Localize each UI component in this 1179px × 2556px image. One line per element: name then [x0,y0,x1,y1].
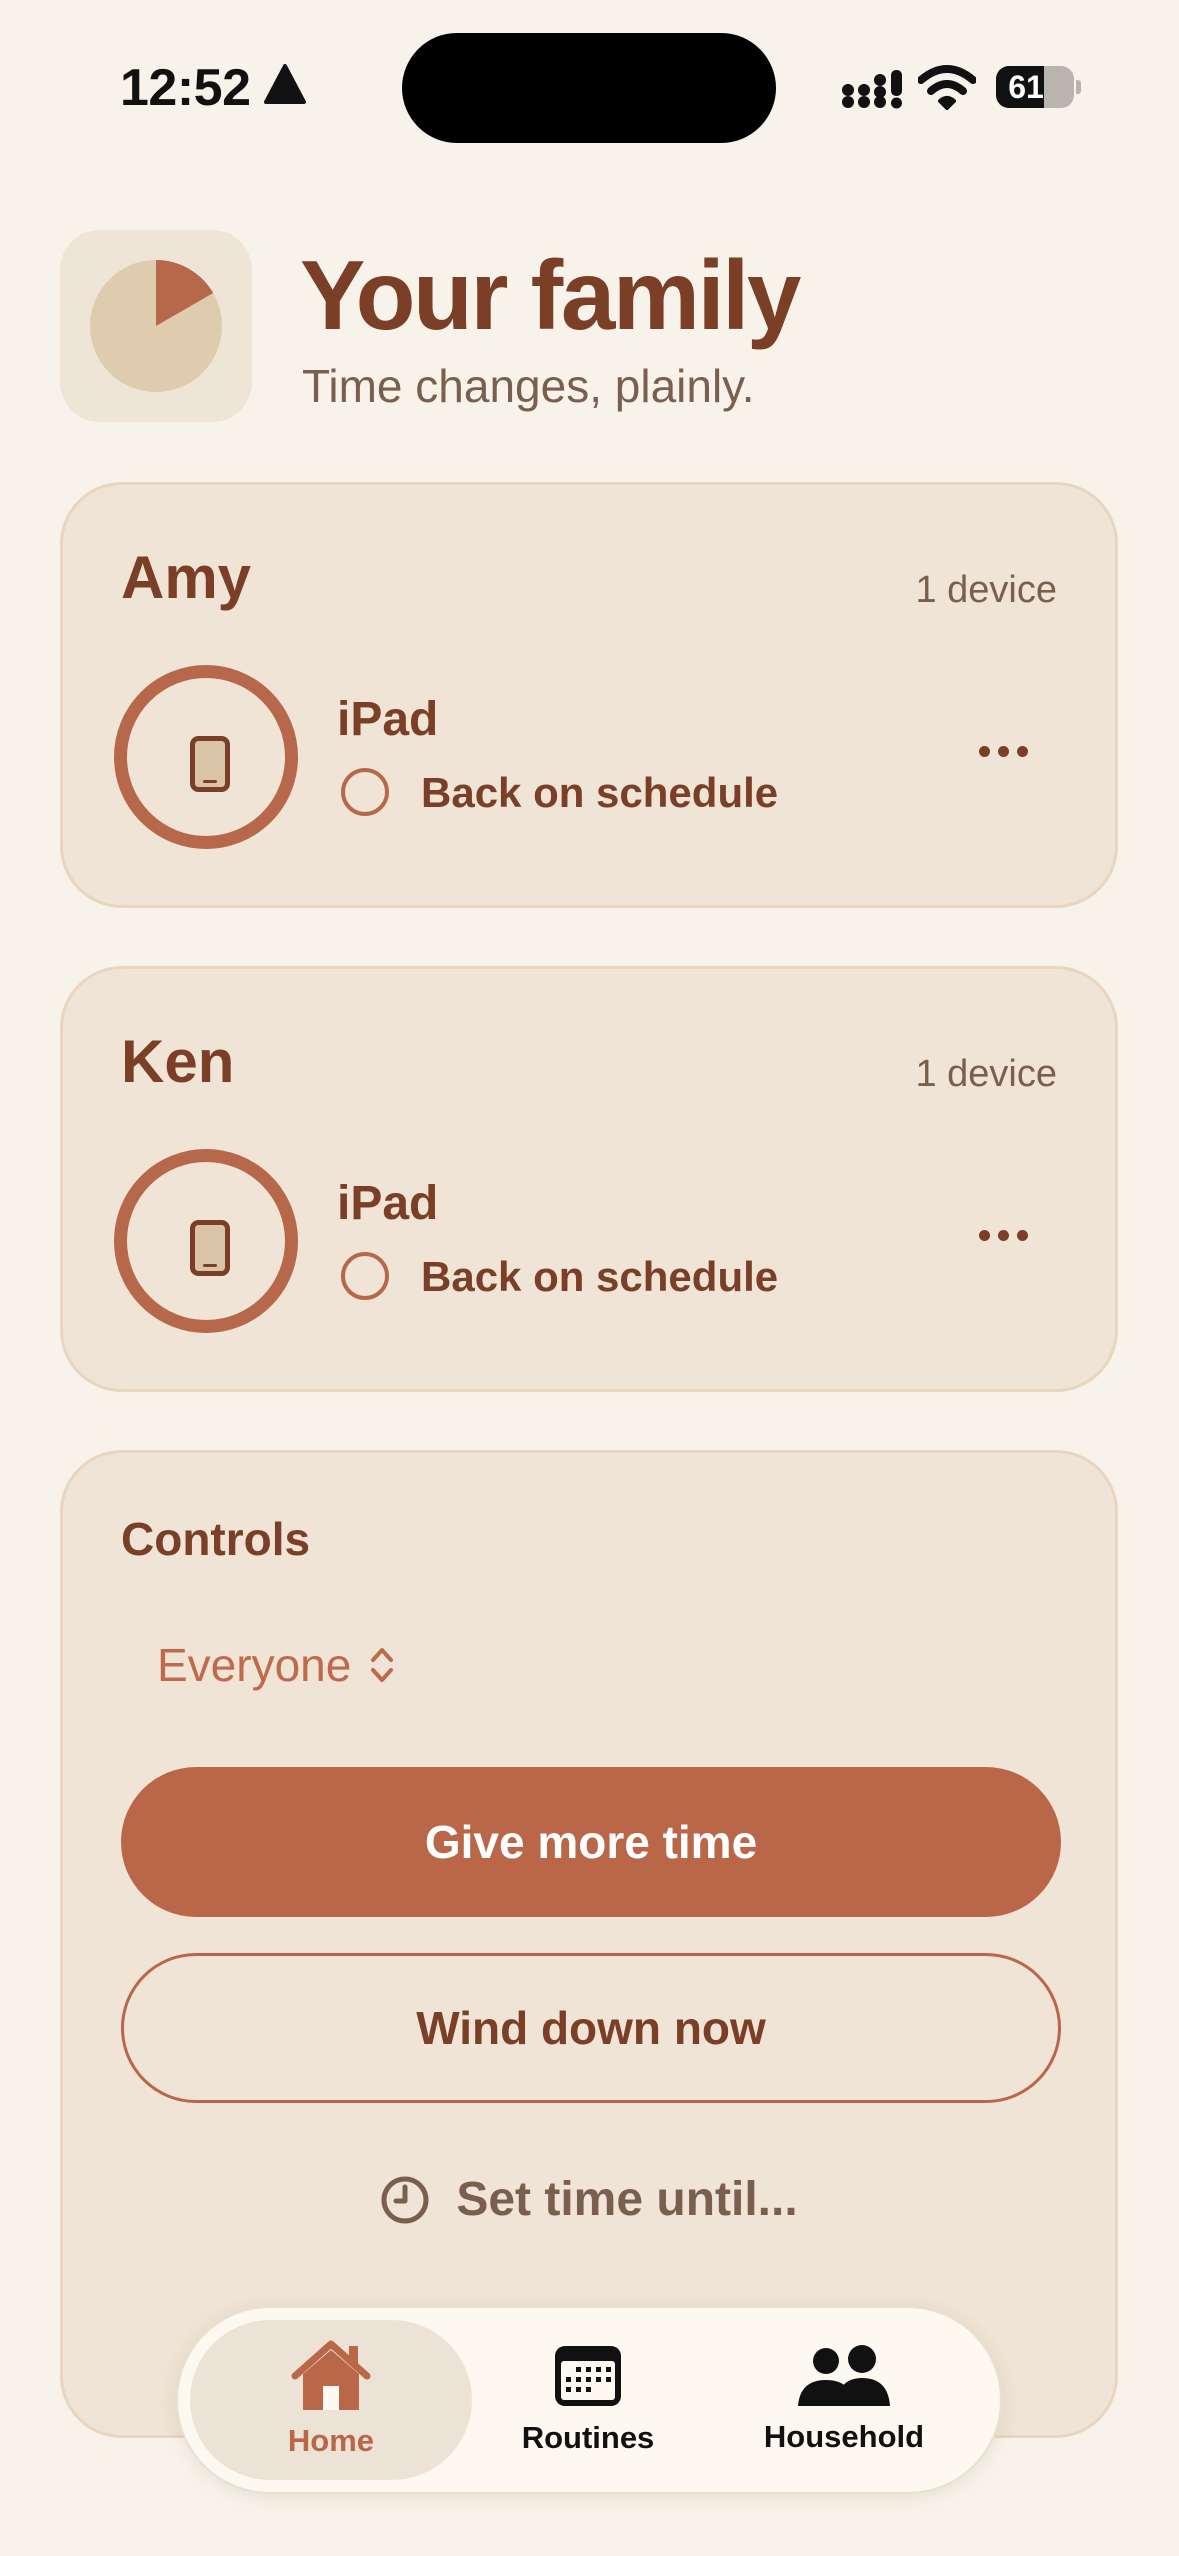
device-count: 1 device [915,1053,1057,1095]
tab-label: Routines [521,2420,655,2455]
house-icon [291,2340,371,2410]
tab-household[interactable]: Household [728,2320,960,2480]
tab-home[interactable]: Home [190,2320,472,2480]
calendar-icon [555,2346,621,2406]
controls-card: Controls Everyone Give more time Wind do… [60,1450,1118,2438]
device-status: Back on schedule [421,769,779,816]
status-indicator [341,1252,389,1300]
location-arrow-icon [264,64,306,104]
battery-indicator: 61 [996,66,1081,108]
device-ring[interactable] [114,1149,298,1333]
device-ring[interactable] [114,665,298,849]
person-name: Amy [121,544,252,611]
device-status: Back on schedule [421,1253,779,1300]
controls-title: Controls [121,1513,311,1565]
status-indicator [341,768,389,816]
set-time-until-button[interactable]: Set time until... [63,2171,1115,2229]
pie-clock-icon [90,260,222,392]
tab-routines[interactable]: Routines [488,2320,688,2480]
page-title: Your family [300,240,801,350]
wind-down-now-button[interactable]: Wind down now [121,1953,1061,2103]
cellular-signal-icon [842,70,902,109]
ipad-icon [190,1220,230,1276]
wifi-icon [918,65,976,110]
more-options-button[interactable] [963,721,1043,781]
ipad-icon [190,736,230,792]
person-card-ken: Ken 1 device iPad Back on schedule [60,966,1118,1392]
chevron-up-down-icon [371,1648,394,1682]
app-logo [60,230,252,422]
scope-selector[interactable]: Everyone [157,1637,395,1693]
give-more-time-button[interactable]: Give more time [121,1767,1061,1917]
person-name: Ken [121,1028,235,1095]
tab-bar: Home Routines Household [176,2306,1002,2494]
clock-icon [381,2176,429,2224]
battery-percentage: 61 [1008,69,1044,105]
device-name: iPad [337,693,439,746]
status-time: 12:52 [120,59,251,117]
dynamic-island [402,33,776,143]
ellipsis-icon [978,1229,990,1241]
more-options-button[interactable] [963,1205,1043,1265]
device-name: iPad [337,1177,439,1230]
family-home-screen: 12:52 61 Your family Time changes, plain… [0,0,1179,2556]
scope-selected-value: Everyone [157,1639,352,1691]
page-subtitle: Time changes, plainly. [302,360,755,412]
person-card-amy: Amy 1 device iPad Back on schedule [60,482,1118,908]
tab-label: Household [763,2419,925,2454]
set-time-until-label: Set time until... [456,2173,798,2226]
ellipsis-icon [978,745,990,757]
tab-label: Home [287,2423,375,2458]
battery-cap [1076,80,1081,94]
battery-body: 61 [996,66,1074,108]
device-count: 1 device [915,569,1057,611]
people-icon [798,2345,890,2406]
